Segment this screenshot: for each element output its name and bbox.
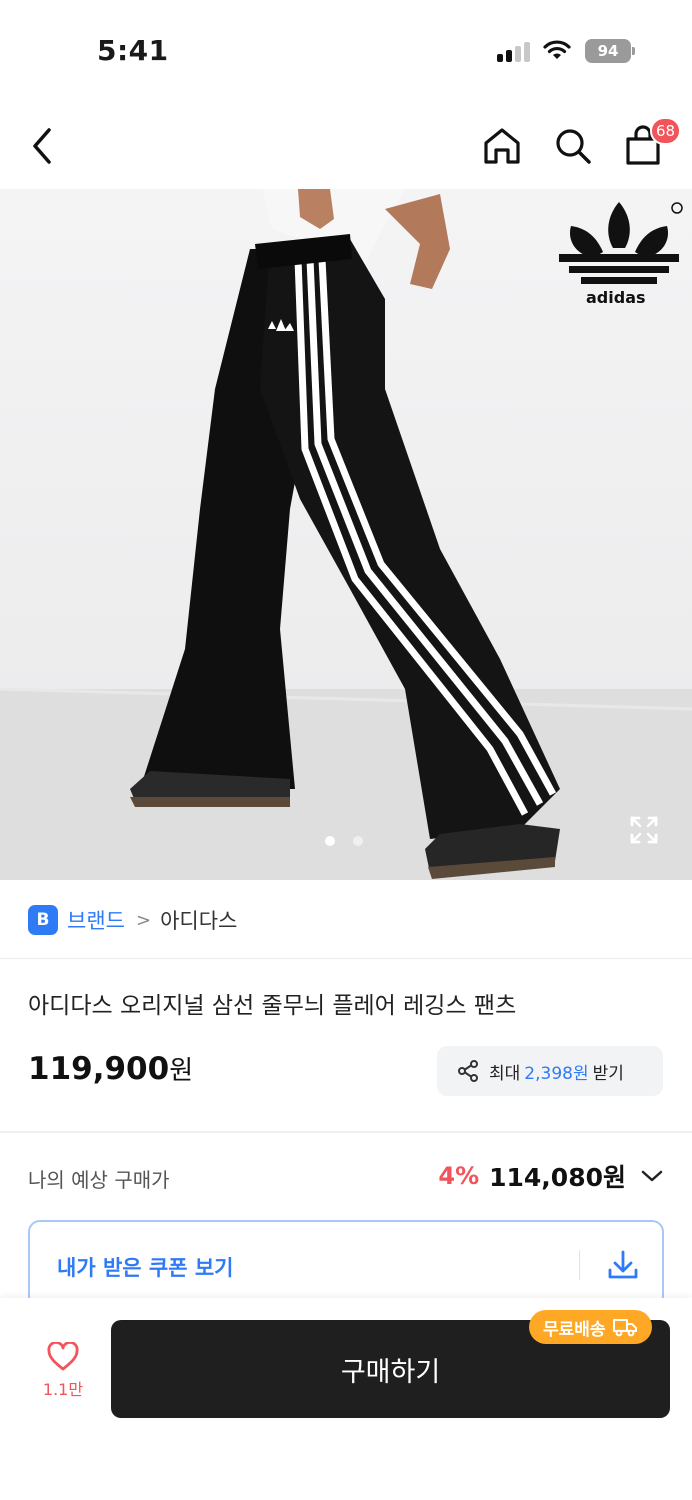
divider: [0, 958, 692, 959]
expected-price-label: 나의 예상 구매가: [28, 1168, 170, 1192]
carousel-dot-1[interactable]: [325, 836, 335, 846]
status-time: 5:41: [97, 34, 169, 67]
share-icon: [458, 1060, 478, 1082]
like-count: 1.1만: [42, 1380, 84, 1399]
carousel-dot-2[interactable]: [353, 836, 363, 846]
brand-link[interactable]: 브랜드: [67, 905, 125, 935]
chevron-left-icon: [33, 128, 51, 164]
reward-prefix: 최대: [489, 1063, 521, 1084]
price-unit: 원: [169, 1056, 194, 1086]
home-icon: [484, 128, 520, 164]
carousel-indicator: [325, 836, 363, 846]
coupon-separator: [579, 1250, 580, 1280]
reward-amount: 2,398원: [524, 1063, 589, 1084]
brand-badge-icon: B: [28, 905, 58, 935]
free-shipping-label: 무료배송: [543, 1319, 606, 1340]
reward-suffix: 받기: [592, 1063, 624, 1084]
status-bar: 5:41 94: [0, 0, 692, 100]
chevron-down-icon: [641, 1170, 663, 1182]
cart-count-badge: 68: [650, 117, 682, 145]
home-button[interactable]: [478, 122, 526, 170]
expected-price: 114,080원: [489, 1163, 626, 1192]
expected-price-value: 4% 114,080원: [438, 1158, 664, 1194]
expected-price-row[interactable]: 나의 예상 구매가 4% 114,080원: [28, 1150, 664, 1204]
battery-icon: 94: [585, 39, 631, 63]
expand-icon: [630, 816, 658, 844]
price-value: 119,900: [28, 1051, 170, 1087]
heart-icon: [47, 1342, 79, 1371]
section-divider: [0, 1131, 692, 1133]
discount-rate: 4%: [438, 1162, 480, 1190]
chevron-right-icon: >: [135, 909, 152, 931]
brand-breadcrumb: B 브랜드 > 아디다스: [28, 900, 237, 940]
brand-logo-text: adidas: [586, 288, 646, 307]
reward-points-button[interactable]: 최대 2,398원 받기: [437, 1046, 663, 1096]
like-button[interactable]: 1.1만: [28, 1342, 98, 1412]
top-nav: [0, 100, 692, 190]
truck-icon: [612, 1319, 637, 1337]
search-button[interactable]: [549, 122, 597, 170]
battery-level: 94: [597, 42, 619, 60]
brand-name-link[interactable]: 아디다스: [160, 905, 237, 935]
back-button[interactable]: [20, 122, 64, 170]
free-shipping-badge: 무료배송: [529, 1310, 652, 1344]
signal-icon: [497, 40, 530, 62]
expand-image-button[interactable]: [624, 810, 664, 850]
coupon-view-button[interactable]: 내가 받은 쿠폰 보기: [28, 1220, 664, 1308]
search-icon: [556, 129, 591, 164]
wifi-icon: [543, 40, 571, 59]
product-price: 119,900원: [28, 1050, 193, 1087]
coupon-label: 내가 받은 쿠폰 보기: [57, 1256, 234, 1280]
product-title: 아디다스 오리지널 삼선 줄무늬 플레어 레깅스 팬츠: [28, 993, 517, 1019]
download-icon[interactable]: [604, 1246, 642, 1284]
